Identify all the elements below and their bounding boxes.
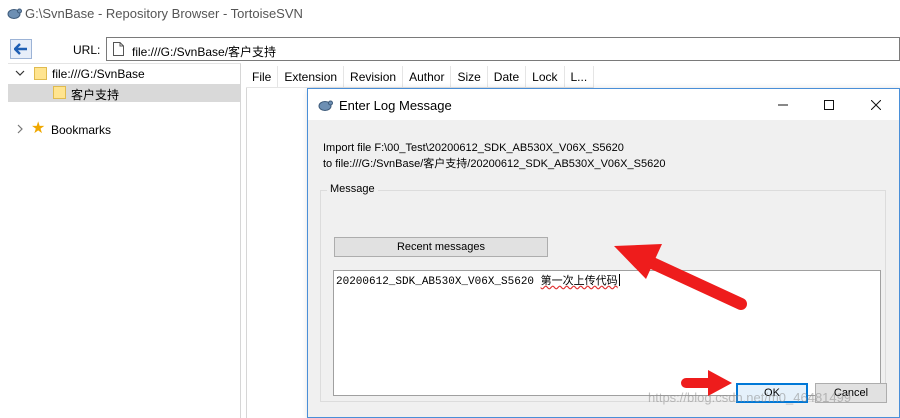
- url-value: file:///G:/SvnBase/客户支持: [132, 45, 277, 59]
- message-group: Message Recent messages 20200612_SDK_AB5…: [320, 183, 886, 402]
- tree-item-label: file:///G:/SvnBase: [52, 67, 145, 81]
- column-lock[interactable]: Lock: [526, 66, 565, 88]
- url-input[interactable]: file:///G:/SvnBase/客户支持: [106, 37, 900, 61]
- repository-tree[interactable]: file:///G:/SvnBase 客户支持 ★ Bookmarks: [8, 63, 241, 418]
- tree-item-root[interactable]: file:///G:/SvnBase: [8, 65, 240, 83]
- import-target-text: to file:///G:/SvnBase/客户支持/20200612_SDK_…: [323, 158, 666, 170]
- column-author[interactable]: Author: [403, 66, 452, 88]
- log-message-textarea[interactable]: 20200612_SDK_AB530X_V06X_S5620 第一次上传代码: [333, 270, 881, 396]
- column-date[interactable]: Date: [488, 66, 527, 88]
- chevron-down-icon[interactable]: [15, 68, 25, 78]
- log-message-text: 20200612_SDK_AB530X_V06X_S5620 第一次上传代码: [336, 272, 620, 288]
- tree-item-child[interactable]: 客户支持: [8, 84, 240, 102]
- watermark: https://blog.csdn.net/m0_46481499: [648, 390, 852, 405]
- dialog-titlebar: Enter Log Message: [308, 89, 899, 120]
- back-arrow-icon: [14, 43, 27, 55]
- column-file[interactable]: File: [246, 66, 279, 88]
- minimize-icon: [778, 104, 788, 105]
- tree-item-label: 客户支持: [71, 88, 120, 102]
- recent-messages-button[interactable]: Recent messages: [334, 237, 548, 257]
- window-title: G:\SvnBase - Repository Browser - Tortoi…: [25, 6, 303, 21]
- log-message-ascii: 20200612_SDK_AB530X_V06X_S5620: [336, 276, 541, 288]
- folder-icon: [34, 67, 47, 80]
- tree-item-bookmarks[interactable]: ★ Bookmarks: [8, 121, 240, 139]
- import-source-text: Import file F:\00_Test\20200612_SDK_AB53…: [323, 142, 624, 154]
- list-header: File Extension Revision Author Size Date…: [246, 66, 595, 88]
- dialog-body: Import file F:\00_Test\20200612_SDK_AB53…: [308, 120, 899, 417]
- column-l[interactable]: L...: [565, 66, 595, 88]
- minimize-button[interactable]: [760, 89, 806, 120]
- column-revision[interactable]: Revision: [344, 66, 404, 88]
- message-group-label: Message: [327, 183, 378, 195]
- dialog-title: Enter Log Message: [339, 98, 452, 113]
- column-size[interactable]: Size: [451, 66, 488, 88]
- maximize-button[interactable]: [806, 89, 852, 120]
- tortoise-icon: [318, 100, 333, 111]
- toolbar: URL: file:///G:/SvnBase/客户支持: [0, 35, 900, 63]
- log-message-chinese: 第一次上传代码: [540, 274, 618, 287]
- log-message-dialog: Enter Log Message Import file F:\00_Test…: [307, 88, 900, 418]
- back-button[interactable]: [10, 39, 32, 59]
- column-extension[interactable]: Extension: [278, 66, 345, 88]
- file-icon: [113, 42, 124, 56]
- folder-icon: [53, 86, 66, 99]
- star-icon: ★: [31, 120, 46, 137]
- close-button[interactable]: [853, 89, 899, 120]
- text-caret: [618, 274, 620, 286]
- chevron-right-icon[interactable]: [15, 124, 25, 134]
- maximize-icon: [824, 99, 834, 110]
- window-titlebar: G:\SvnBase - Repository Browser - Tortoi…: [0, 0, 900, 28]
- tree-item-label: Bookmarks: [51, 123, 112, 137]
- close-icon: [871, 99, 881, 110]
- tortoise-icon: [7, 8, 22, 19]
- url-label: URL:: [73, 43, 101, 57]
